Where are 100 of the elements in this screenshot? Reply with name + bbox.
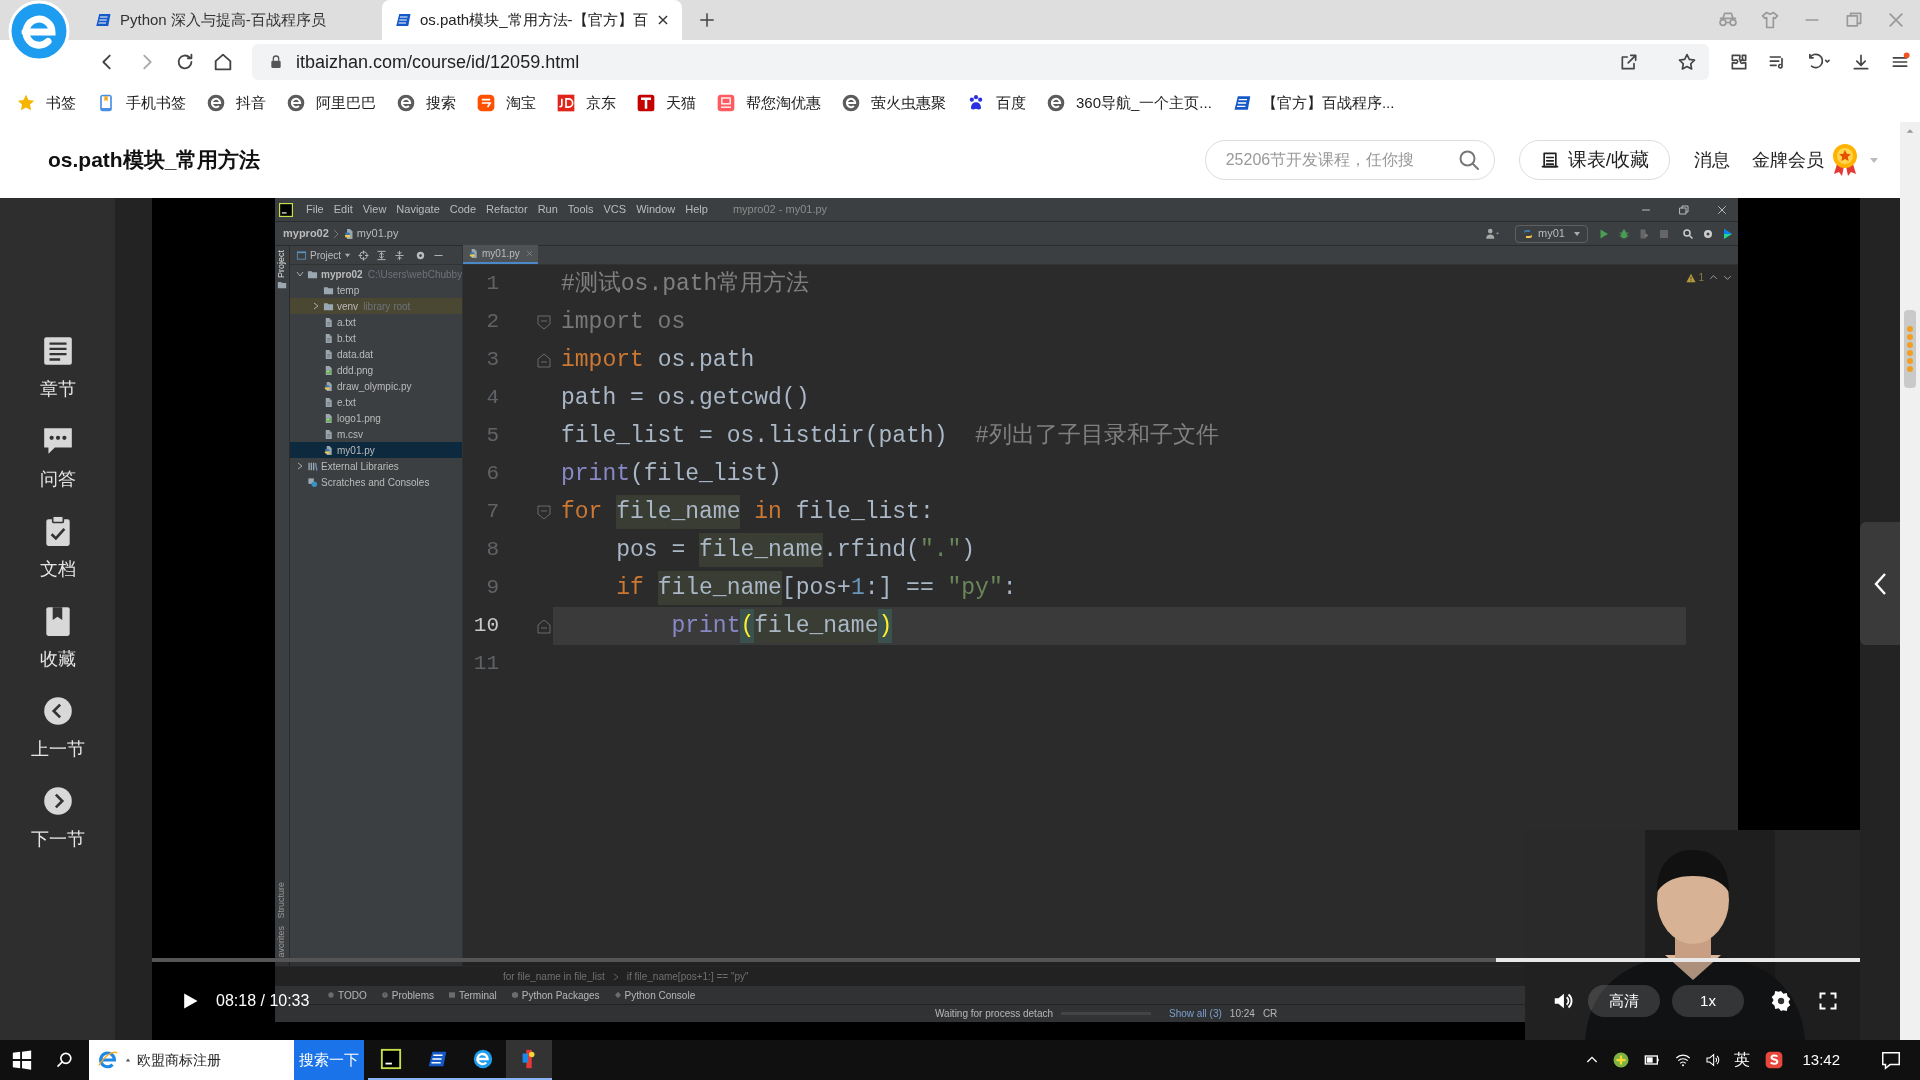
menu-item[interactable]: Help	[680, 201, 713, 218]
tree-item[interactable]: e.txt	[290, 394, 462, 410]
bookmark-link[interactable]: 百度	[966, 91, 1026, 115]
settings-icon[interactable]	[1770, 990, 1792, 1012]
bookmark-link[interactable]: 帮您淘优惠	[716, 91, 821, 115]
tree-item[interactable]: data.dat	[290, 346, 462, 362]
bookmark-link[interactable]: 【官方】百战程序...	[1231, 91, 1395, 115]
tree-item[interactable]: logo1.png	[290, 410, 462, 426]
tree-item[interactable]: temp	[290, 282, 462, 298]
bookmark-link[interactable]: 360导航_一个主页...	[1046, 91, 1212, 115]
breadcrumb-item[interactable]: for file_name in file_list	[503, 969, 605, 984]
settings-icon[interactable]	[1702, 227, 1714, 240]
menu-item[interactable]: Window	[631, 201, 681, 218]
bookmark-link[interactable]: 书签	[16, 91, 76, 115]
locate-icon[interactable]	[358, 249, 370, 261]
star-icon[interactable]	[1677, 52, 1697, 72]
browser-tab[interactable]: Python 深入与提高-百战程序员	[82, 0, 382, 40]
bookmark-link[interactable]: 淘宝	[476, 91, 536, 115]
taskbar-search-button[interactable]: 搜索一下	[294, 1040, 364, 1080]
breadcrumb-item[interactable]: mypro02	[283, 225, 329, 242]
extensions-icon[interactable]	[1729, 52, 1749, 72]
input-method-indicator[interactable]: 英	[1734, 1048, 1751, 1072]
sidebar-item[interactable]: 收藏	[39, 604, 76, 673]
sidebar-item[interactable]: 文档	[39, 514, 76, 583]
collapse-all-icon[interactable]	[394, 249, 406, 261]
warning-indicator[interactable]: 1	[1686, 270, 1704, 285]
menu-item[interactable]: Tools	[562, 201, 599, 218]
search-icon[interactable]	[1682, 227, 1694, 240]
close-icon[interactable]	[656, 13, 670, 27]
breadcrumb-item[interactable]: my01.py	[342, 225, 399, 242]
page-scrollbar[interactable]	[1900, 122, 1920, 1040]
fullscreen-icon[interactable]	[1818, 991, 1838, 1011]
menu-item[interactable]: VCS	[598, 201, 632, 218]
bookmark-link[interactable]: 天猫	[636, 91, 696, 115]
tree-item[interactable]: a.txt	[290, 314, 462, 330]
new-tab-icon[interactable]	[698, 11, 716, 29]
tree-item[interactable]: ddd.png	[290, 362, 462, 378]
run-icon[interactable]	[1598, 227, 1610, 240]
menu-item[interactable]: Edit	[328, 201, 358, 218]
home-icon[interactable]	[212, 51, 234, 73]
search-field[interactable]: 25206节开发课程，任你搜	[1204, 140, 1495, 180]
tool-window-tab[interactable]: avorites	[275, 926, 289, 958]
taskbar-app[interactable]	[506, 1040, 552, 1080]
open-external-icon[interactable]	[1619, 52, 1639, 72]
restore-icon[interactable]	[1678, 203, 1690, 216]
tree-item[interactable]: External Libraries	[290, 458, 462, 474]
download-icon[interactable]	[1851, 52, 1871, 72]
editor-tab[interactable]: my01.py	[463, 245, 538, 264]
bookmark-link[interactable]: 抖音	[206, 91, 266, 115]
cursor-position[interactable]: 10:24	[1229, 1006, 1255, 1021]
sidebar-item[interactable]: 上一节	[30, 694, 85, 763]
run-configuration-dropdown[interactable]: my01	[1515, 224, 1588, 243]
menu-item[interactable]: File	[301, 201, 329, 218]
chevron-icon[interactable]	[296, 270, 304, 278]
scroll-thumb[interactable]	[1904, 310, 1916, 388]
tool-window-button[interactable]: TODO	[327, 987, 367, 1003]
breadcrumb-item[interactable]: if file_name[pos+1:] == "py"	[626, 969, 749, 984]
shield-icon[interactable]	[1612, 1051, 1631, 1069]
progress-bar[interactable]	[152, 958, 1860, 962]
browser-tab[interactable]: os.path模块_常用方法-【官方】百	[382, 0, 682, 40]
tree-item[interactable]: venv library root	[290, 298, 462, 314]
menu-item[interactable]: Navigate	[391, 201, 445, 218]
tree-item[interactable]: my01.py	[290, 442, 462, 458]
tool-window-tab[interactable]: Structure	[275, 881, 289, 919]
events-link[interactable]: Show all (3)	[1169, 1006, 1222, 1021]
tree-item[interactable]: Scratches and Consoles	[290, 474, 462, 490]
bookmark-link[interactable]: 京东	[556, 91, 616, 115]
menu-item[interactable]: Code	[444, 201, 482, 218]
tool-window-tab[interactable]: Project	[275, 250, 289, 278]
taskbar-search-field[interactable]: 欧盟商标注册	[89, 1040, 294, 1080]
sidebar-item[interactable]: 章节	[39, 334, 76, 403]
tool-window-button[interactable]: Python Packages	[510, 987, 600, 1003]
toolbox-icon[interactable]	[1722, 227, 1734, 240]
close-icon[interactable]	[1716, 203, 1728, 216]
tool-window-button[interactable]: Python Console	[613, 987, 696, 1003]
bookmark-link[interactable]: 搜索	[396, 91, 456, 115]
sidebar-item[interactable]: 问答	[39, 424, 76, 493]
wifi-icon[interactable]	[1674, 1052, 1693, 1068]
tree-item[interactable]: m.csv	[290, 426, 462, 442]
clock[interactable]: 13:42	[1802, 1048, 1840, 1072]
debug-icon[interactable]	[1618, 227, 1630, 240]
tree-item[interactable]: draw_olympic.py	[290, 378, 462, 394]
tree-item[interactable]: b.txt	[290, 330, 462, 346]
chevron-icon[interactable]	[312, 302, 320, 310]
membership-link[interactable]: 金牌会员	[1752, 146, 1824, 174]
bookmark-link[interactable]: 手机书签	[96, 91, 186, 115]
sidebar-item[interactable]: 下一节	[30, 784, 85, 853]
expand-all-icon[interactable]	[376, 249, 388, 261]
messages-link[interactable]: 消息	[1694, 146, 1730, 174]
menu-item[interactable]: View	[357, 201, 392, 218]
speed-button[interactable]: 1x	[1672, 985, 1744, 1017]
menu-item[interactable]: Run	[532, 201, 563, 218]
next-highlight-icon[interactable]	[1723, 273, 1732, 282]
tool-window-button[interactable]: Problems	[380, 987, 434, 1003]
quality-button[interactable]: 高清	[1588, 985, 1660, 1017]
windows-start-icon[interactable]	[11, 1049, 33, 1071]
tree-item[interactable]: mypro02 C:\Users\webChubby	[290, 266, 462, 282]
project-view-dropdown[interactable]: Project	[296, 247, 352, 263]
notification-icon[interactable]	[1880, 1049, 1902, 1071]
tool-window-button[interactable]: Terminal	[447, 987, 497, 1003]
